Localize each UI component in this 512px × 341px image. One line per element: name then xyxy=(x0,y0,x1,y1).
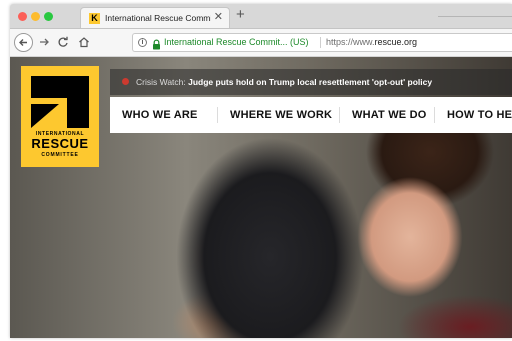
forward-arrow-icon[interactable] xyxy=(38,36,50,48)
nav-divider xyxy=(217,107,218,123)
address-separator xyxy=(320,37,321,48)
minimize-window-button[interactable] xyxy=(31,12,40,21)
tab-title: International Rescue Committee xyxy=(105,13,211,23)
logo-line-rescue: RESCUE xyxy=(31,136,89,151)
tab-favicon-icon: K xyxy=(89,13,100,24)
close-window-button[interactable] xyxy=(18,12,27,21)
maximize-window-button[interactable] xyxy=(44,12,53,21)
web-page: Crisis Watch: Judge puts hold on Trump l… xyxy=(10,57,512,338)
nav-what-we-do[interactable]: WHAT WE DO xyxy=(352,108,427,122)
nav-who-we-are[interactable]: WHO WE ARE xyxy=(122,108,198,122)
alert-lead: Crisis Watch: xyxy=(136,77,186,87)
nav-how-to-help[interactable]: HOW TO HELP xyxy=(447,108,512,122)
lock-icon[interactable] xyxy=(152,37,161,50)
tab-strip: K International Rescue Committee ✕ + xyxy=(10,4,512,29)
reload-icon[interactable] xyxy=(57,36,69,48)
tab-close-icon[interactable]: ✕ xyxy=(214,10,223,24)
irc-logo[interactable]: INTERNATIONAL RESCUE COMMITTEE xyxy=(21,66,99,167)
crisis-alert-bar[interactable]: Crisis Watch: Judge puts hold on Trump l… xyxy=(110,69,512,95)
url-prefix: https://www. xyxy=(326,37,375,47)
back-arrow-icon[interactable] xyxy=(14,33,33,52)
new-tab-button[interactable]: + xyxy=(236,7,245,23)
tab-strip-divider xyxy=(438,16,512,17)
irc-logo-mark-icon xyxy=(31,76,89,128)
url-domain: rescue.org xyxy=(374,37,418,47)
site-identity[interactable]: International Rescue Commit... (US) xyxy=(164,37,309,48)
browser-window: K International Rescue Committee ✕ + xyxy=(10,4,512,338)
tab-rescue[interactable]: K International Rescue Committee ✕ xyxy=(80,7,230,28)
logo-line-committee: COMMITTEE xyxy=(41,152,79,158)
alert-text[interactable]: Crisis Watch: Judge puts hold on Trump l… xyxy=(136,76,432,88)
navigation-toolbar: i International Rescue Commit... (US) ht… xyxy=(10,29,512,57)
info-icon[interactable]: i xyxy=(138,38,147,47)
url-text[interactable]: https://www.rescue.org xyxy=(326,37,417,48)
home-icon[interactable] xyxy=(78,36,90,48)
alert-dot-icon xyxy=(122,78,129,85)
nav-where-we-work[interactable]: WHERE WE WORK xyxy=(230,108,332,122)
nav-divider xyxy=(434,107,435,123)
address-bar[interactable]: i International Rescue Commit... (US) ht… xyxy=(132,33,512,52)
alert-headline[interactable]: Judge puts hold on Trump local resettlem… xyxy=(188,77,432,87)
main-navigation: WHO WE ARE WHERE WE WORK WHAT WE DO HOW … xyxy=(110,97,512,133)
nav-divider xyxy=(339,107,340,123)
